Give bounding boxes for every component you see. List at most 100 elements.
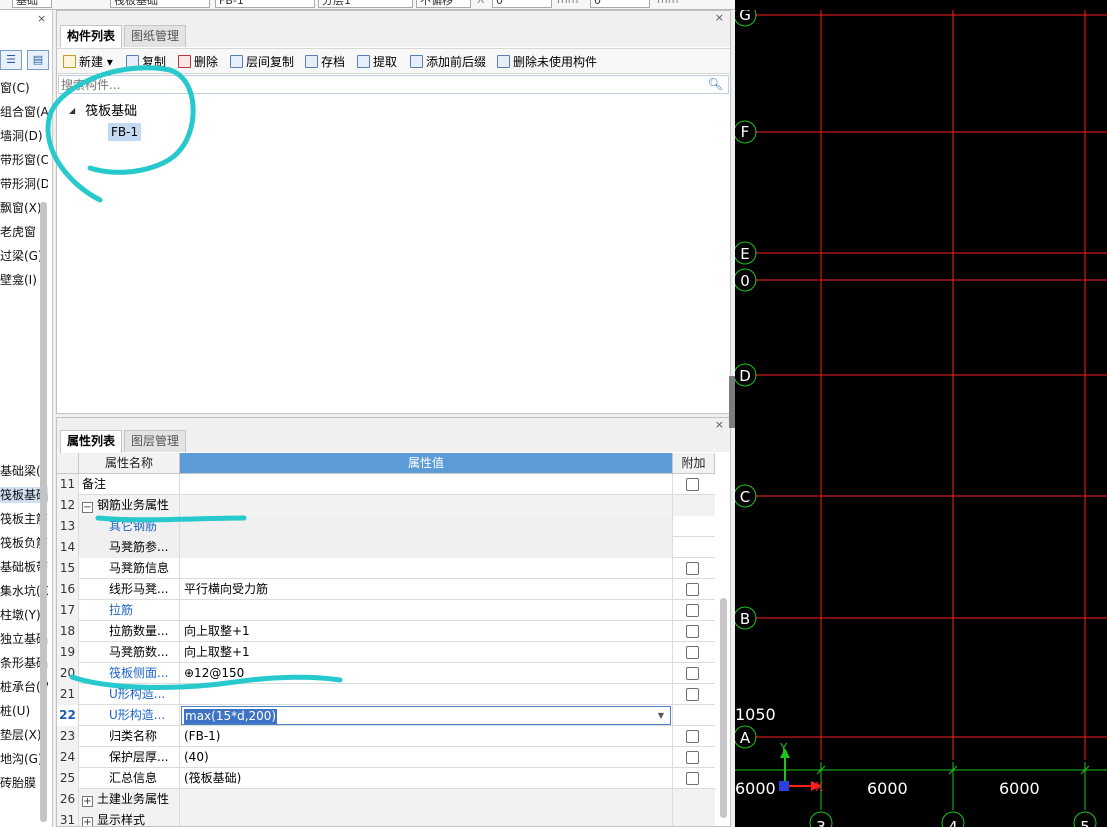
property-value[interactable]: 向上取整+1 bbox=[180, 621, 673, 642]
new-button[interactable]: 新建 ▾ bbox=[63, 53, 113, 71]
tab-property-list[interactable]: 属性列表 bbox=[60, 430, 123, 453]
add-prefix-suffix-button[interactable]: 添加前后缀 bbox=[410, 53, 486, 71]
additional-checkbox[interactable] bbox=[686, 646, 699, 659]
property-row[interactable]: 25 汇总信息 (筏板基础) bbox=[57, 768, 715, 789]
property-row[interactable]: 24 保护层厚... (40) bbox=[57, 747, 715, 768]
property-value[interactable] bbox=[180, 558, 673, 579]
additional-checkbox[interactable] bbox=[686, 583, 699, 596]
delete-button[interactable]: 删除 bbox=[178, 53, 218, 71]
property-row[interactable]: 18 拉筋数量... 向上取整+1 bbox=[57, 621, 715, 642]
tab-component-list[interactable]: 构件列表 bbox=[60, 25, 123, 48]
property-value[interactable] bbox=[180, 600, 673, 621]
property-value[interactable] bbox=[180, 789, 673, 810]
property-value[interactable] bbox=[180, 537, 673, 558]
additional-checkbox[interactable] bbox=[686, 667, 699, 680]
nav-scrollbar[interactable] bbox=[40, 202, 47, 822]
property-value[interactable]: (FB-1) bbox=[180, 726, 673, 747]
property-row[interactable]: 20 筏板侧面... ⊕12@150 bbox=[57, 663, 715, 684]
property-name: 马凳筋信息 bbox=[79, 558, 180, 579]
property-name-text: 钢筋业务属性 bbox=[97, 498, 170, 512]
property-value[interactable]: 平行横向受力筋 bbox=[180, 579, 673, 600]
additional-checkbox[interactable] bbox=[686, 730, 699, 743]
property-row[interactable]: 19 马凳筋数... 向上取整+1 bbox=[57, 642, 715, 663]
expand-icon[interactable]: + bbox=[82, 796, 93, 807]
offset-y-input[interactable]: 0 bbox=[590, 0, 650, 8]
property-row[interactable]: 31 + 显示样式 bbox=[57, 810, 715, 826]
additional-checkbox[interactable] bbox=[686, 625, 699, 638]
cad-drawing-canvas[interactable]: G F E 0 D C B A 3 4 5 6000 6000 6000 105… bbox=[735, 10, 1107, 827]
property-value[interactable] bbox=[180, 810, 673, 826]
additional-checkbox[interactable] bbox=[686, 562, 699, 575]
property-value-editor[interactable]: max(15*d,200) ▼ bbox=[181, 706, 671, 725]
property-name-text: 保护层厚... bbox=[109, 750, 169, 764]
extract-icon bbox=[357, 55, 370, 68]
search-icon[interactable]: 🔍︎ bbox=[708, 77, 723, 91]
component-select[interactable]: FB-1 bbox=[215, 0, 315, 8]
archive-button[interactable]: 存档 bbox=[305, 53, 345, 71]
property-value[interactable] bbox=[180, 474, 673, 495]
property-value[interactable] bbox=[180, 516, 673, 537]
collapse-triangle-icon[interactable]: ◢ bbox=[69, 106, 75, 115]
nav-item[interactable]: 带形窗(C bbox=[0, 152, 48, 168]
additional-checkbox[interactable] bbox=[686, 751, 699, 764]
nav-item[interactable]: 组合窗(A bbox=[0, 104, 48, 120]
copy-button[interactable]: 复制 bbox=[126, 53, 166, 71]
dimension-text-1050: 1050 bbox=[735, 705, 776, 724]
additional-checkbox[interactable] bbox=[686, 688, 699, 701]
nav-item[interactable]: 带形洞(D bbox=[0, 176, 48, 192]
property-row[interactable]: 26 + 土建业务属性 bbox=[57, 789, 715, 810]
additional-checkbox[interactable] bbox=[686, 478, 699, 491]
property-row[interactable]: 16 线形马凳... 平行横向受力筋 bbox=[57, 579, 715, 600]
property-value[interactable]: ⊕12@150 bbox=[180, 663, 673, 684]
delete-unused-icon bbox=[497, 55, 510, 68]
detail-view-icon[interactable]: ▤ bbox=[27, 50, 49, 70]
delete-unused-button[interactable]: 删除未使用构件 bbox=[497, 53, 597, 71]
property-scrollbar[interactable] bbox=[720, 598, 727, 818]
axis-label-C: C bbox=[740, 488, 750, 506]
nav-item[interactable]: 墙洞(D) bbox=[0, 128, 48, 144]
expand-icon[interactable]: + bbox=[82, 817, 93, 826]
row-number: 20 bbox=[57, 663, 79, 684]
property-value[interactable]: 向上取整+1 bbox=[180, 642, 673, 663]
tree-node-raft-foundation[interactable]: ◢ 筏板基础 bbox=[69, 100, 137, 119]
nav-item[interactable]: 窗(C) bbox=[0, 80, 48, 96]
search-input[interactable] bbox=[59, 76, 699, 93]
type-select[interactable]: 筏板基础 bbox=[110, 0, 210, 8]
offset-select[interactable]: 不偏移 bbox=[416, 0, 471, 8]
property-row[interactable]: 12− 钢筋业务属性 bbox=[57, 495, 715, 516]
additional-cell bbox=[673, 663, 715, 684]
property-row[interactable]: 13 其它钢筋 bbox=[57, 516, 715, 537]
property-row[interactable]: 15 马凳筋信息 bbox=[57, 558, 715, 579]
close-icon[interactable]: × bbox=[715, 418, 724, 431]
dropdown-arrow-icon[interactable]: ▼ bbox=[658, 707, 664, 725]
extract-button[interactable]: 提取 bbox=[357, 53, 397, 71]
property-row[interactable]: 11 备注 bbox=[57, 474, 715, 495]
property-value[interactable]: (筏板基础) bbox=[180, 768, 673, 789]
property-value[interactable]: (40) bbox=[180, 747, 673, 768]
tree-node-fb-1[interactable]: FB-1 bbox=[108, 123, 142, 141]
property-row[interactable]: 14 马凳筋参... bbox=[57, 537, 715, 558]
selected-value-text[interactable]: max(15*d,200) bbox=[184, 709, 278, 724]
floor-select[interactable]: 基础 bbox=[12, 0, 52, 8]
row-number: 22 bbox=[57, 705, 79, 726]
copy-between-floors-button[interactable]: 层间复制 bbox=[230, 53, 294, 71]
tab-drawing-management[interactable]: 图纸管理 bbox=[124, 25, 187, 47]
property-value[interactable]: max(15*d,200) ▼ bbox=[180, 705, 673, 726]
property-row[interactable]: 22 U形构造... max(15*d,200) ▼ bbox=[57, 705, 715, 726]
offset-x-input[interactable]: 0 bbox=[492, 0, 552, 8]
property-row[interactable]: 21 U形构造... bbox=[57, 684, 715, 705]
additional-checkbox[interactable] bbox=[686, 772, 699, 785]
property-name: 马凳筋数... bbox=[79, 642, 180, 663]
close-icon[interactable]: × bbox=[37, 12, 46, 25]
list-view-icon[interactable]: ☰ bbox=[0, 50, 22, 70]
layer-select[interactable]: 分层1 bbox=[318, 0, 413, 8]
close-icon[interactable]: × bbox=[715, 11, 724, 24]
property-value[interactable] bbox=[180, 684, 673, 705]
tab-layer-management[interactable]: 图层管理 bbox=[124, 430, 187, 452]
additional-checkbox[interactable] bbox=[686, 604, 699, 617]
property-row[interactable]: 17 拉筋 bbox=[57, 600, 715, 621]
header-property-name: 属性名称 bbox=[79, 453, 180, 474]
property-row[interactable]: 23 归类名称 (FB-1) bbox=[57, 726, 715, 747]
collapse-icon[interactable]: − bbox=[82, 502, 93, 513]
property-value[interactable] bbox=[180, 495, 673, 516]
